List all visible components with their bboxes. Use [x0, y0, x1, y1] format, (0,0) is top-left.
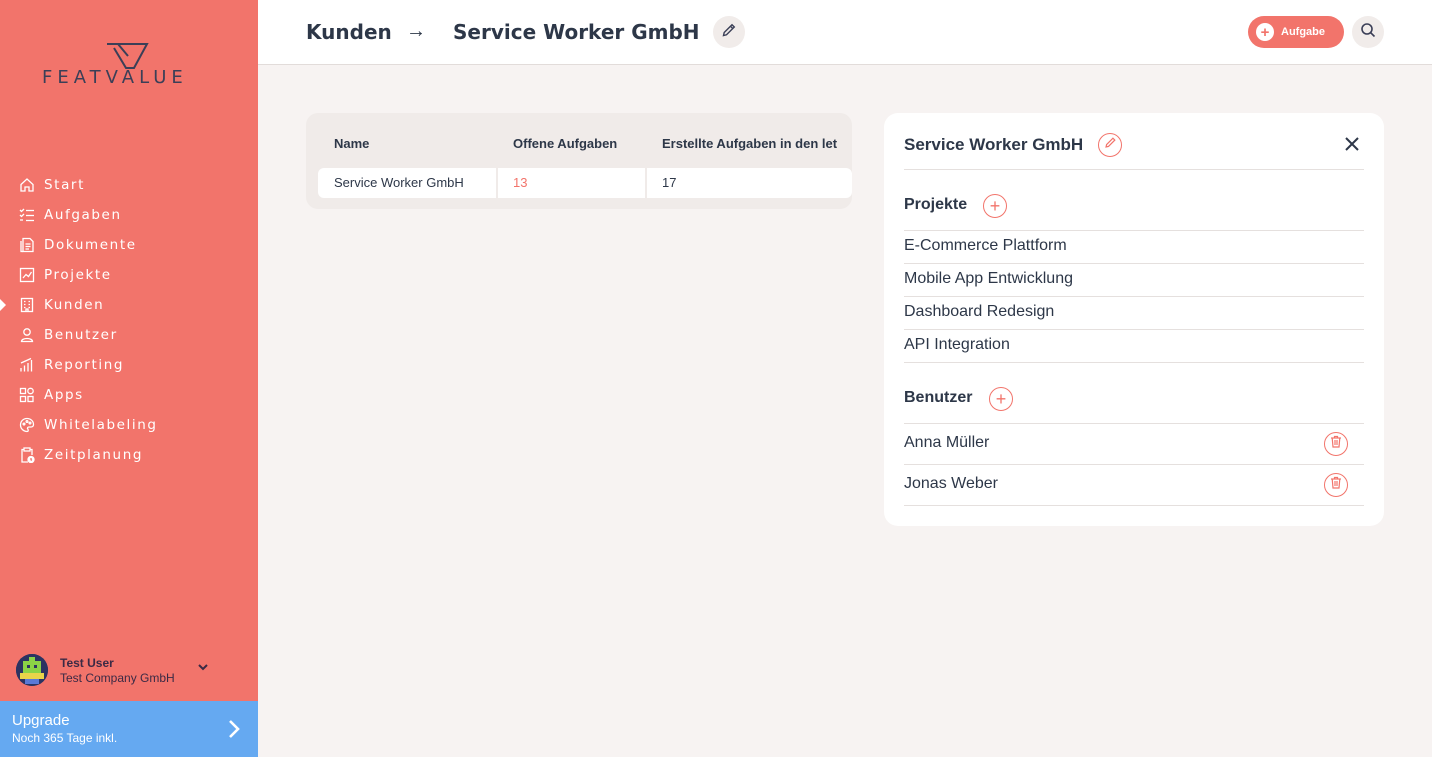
sidebar-item-label: Zeitplanung [44, 447, 144, 463]
plus-icon: + [1256, 23, 1274, 41]
pencil-icon [1104, 136, 1117, 154]
sidebar-item-label: Aufgaben [44, 207, 122, 223]
delete-user-button[interactable] [1324, 432, 1348, 456]
breadcrumb-root[interactable]: Kunden [306, 20, 392, 44]
upgrade-title: Upgrade [12, 712, 70, 729]
add-task-label: Aufgabe [1281, 26, 1325, 38]
divider [904, 169, 1364, 170]
column-header-name[interactable]: Name [334, 136, 369, 151]
divider [904, 230, 1364, 231]
sidebar-item-label: Kunden [44, 297, 105, 313]
edit-title-button[interactable] [713, 16, 745, 48]
project-item[interactable]: API Integration [904, 336, 1010, 354]
document-icon [18, 236, 36, 254]
trash-icon [1330, 476, 1342, 494]
column-header-created-tasks[interactable]: Erstellte Aufgaben in den let [662, 136, 837, 151]
add-task-button[interactable]: + Aufgabe [1248, 16, 1344, 48]
column-header-open-tasks[interactable]: Offene Aufgaben [513, 136, 617, 151]
trash-icon [1330, 435, 1342, 453]
user-company: Test Company GmbH [60, 670, 175, 685]
divider [904, 362, 1364, 363]
header: Kunden → Service Worker GmbH + Aufgabe [258, 0, 1432, 65]
bar-chart-icon [18, 356, 36, 374]
project-item[interactable]: Dashboard Redesign [904, 303, 1054, 321]
upgrade-subtitle: Noch 365 Tage inkl. [12, 731, 118, 745]
divider [904, 423, 1364, 424]
avatar [16, 654, 48, 686]
breadcrumb-arrow: → [406, 20, 426, 42]
home-icon [18, 176, 36, 194]
page-title: Service Worker GmbH [453, 20, 700, 44]
close-icon [1344, 136, 1360, 157]
divider [904, 505, 1364, 506]
sidebar-item-label: Apps [44, 387, 84, 403]
project-item[interactable]: Mobile App Entwicklung [904, 270, 1073, 288]
divider [904, 329, 1364, 330]
close-panel-button[interactable] [1340, 134, 1364, 158]
sidebar-item-projekte[interactable]: Projekte [0, 260, 258, 290]
chart-icon [18, 266, 36, 284]
add-project-button[interactable]: + [983, 194, 1007, 218]
sidebar-item-label: Start [44, 177, 85, 193]
plus-icon: + [989, 196, 1001, 216]
sidebar-item-whitelabeling[interactable]: Whitelabeling [0, 410, 258, 440]
sidebar: FEATVALUE Start Aufgaben Dokumente Proje… [0, 0, 258, 757]
plus-icon: + [995, 389, 1007, 409]
building-icon [18, 296, 36, 314]
user-name: Test User [60, 655, 114, 670]
chevron-down-icon[interactable] [196, 660, 210, 679]
divider [904, 263, 1364, 264]
edit-customer-button[interactable] [1098, 133, 1122, 157]
logo[interactable]: FEATVALUE [42, 40, 217, 90]
sidebar-item-zeitplanung[interactable]: Zeitplanung [0, 440, 258, 470]
sidebar-item-label: Benutzer [44, 327, 118, 343]
project-item[interactable]: E-Commerce Plattform [904, 237, 1067, 255]
clipboard-clock-icon [18, 446, 36, 464]
projects-section-title: Projekte [904, 196, 968, 213]
cell-name: Service Worker GmbH [334, 175, 464, 190]
add-user-button[interactable]: + [989, 387, 1013, 411]
customers-table: Name Offene Aufgaben Erstellte Aufgaben … [306, 113, 852, 209]
user-icon [18, 326, 36, 344]
sidebar-item-apps[interactable]: Apps [0, 380, 258, 410]
cell-divider [496, 168, 498, 198]
delete-user-button[interactable] [1324, 473, 1348, 497]
chevron-right-icon [226, 718, 242, 745]
sidebar-item-start[interactable]: Start [0, 170, 258, 200]
cell-divider [645, 168, 647, 198]
sidebar-item-label: Dokumente [44, 237, 137, 253]
sidebar-item-benutzer[interactable]: Benutzer [0, 320, 258, 350]
palette-icon [18, 416, 36, 434]
divider [904, 464, 1364, 465]
logo-mark-icon [107, 43, 149, 69]
panel-title: Service Worker GmbH [904, 135, 1084, 154]
apps-icon [18, 386, 36, 404]
sidebar-item-kunden[interactable]: Kunden [0, 290, 258, 320]
sidebar-item-label: Reporting [44, 357, 125, 373]
sidebar-item-dokumente[interactable]: Dokumente [0, 230, 258, 260]
sidebar-item-label: Whitelabeling [44, 417, 158, 433]
table-row[interactable]: Service Worker GmbH 13 17 [318, 168, 852, 198]
users-section-title: Benutzer [904, 389, 973, 406]
customer-detail-panel: Service Worker GmbH Projekte + E-Commerc… [884, 113, 1384, 526]
user-item[interactable]: Anna Müller [904, 434, 989, 452]
sidebar-item-label: Projekte [44, 267, 112, 283]
cell-created-tasks: 17 [662, 175, 677, 190]
cell-open-tasks: 13 [513, 175, 528, 190]
logo-text: FEATVALUE [42, 67, 188, 88]
upgrade-banner[interactable]: Upgrade Noch 365 Tage inkl. [0, 701, 258, 757]
divider [904, 296, 1364, 297]
sidebar-nav: Start Aufgaben Dokumente Projekte Kunden… [0, 170, 258, 470]
sidebar-item-reporting[interactable]: Reporting [0, 350, 258, 380]
checklist-icon [18, 206, 36, 224]
user-item[interactable]: Jonas Weber [904, 475, 998, 493]
sidebar-item-aufgaben[interactable]: Aufgaben [0, 200, 258, 230]
search-icon [1360, 22, 1376, 43]
search-button[interactable] [1352, 16, 1384, 48]
user-menu[interactable]: Test User Test Company GmbH [16, 652, 246, 688]
pencil-icon [721, 22, 737, 43]
